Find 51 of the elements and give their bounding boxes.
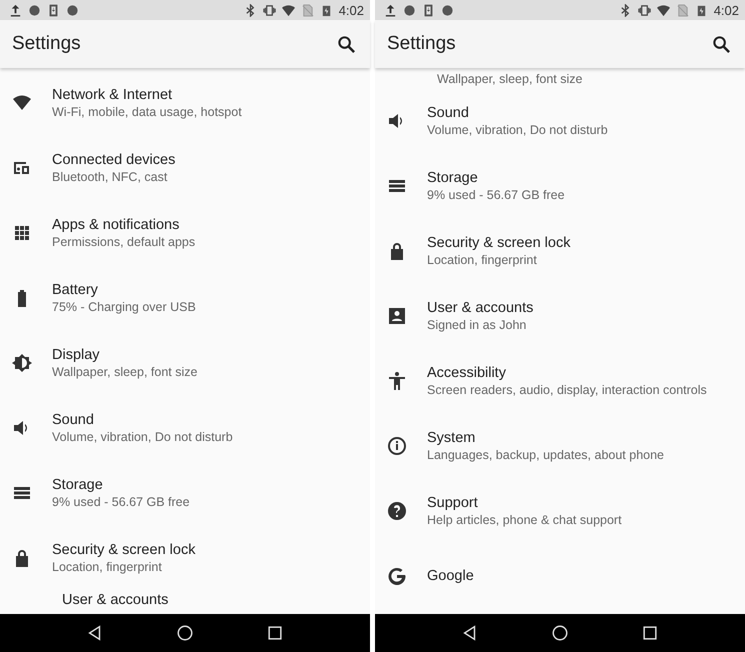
account-icon xyxy=(387,306,407,326)
settings-item[interactable]: Sound Volume, vibration, Do not disturb xyxy=(0,395,370,460)
settings-item[interactable]: System Languages, backup, updates, about phone xyxy=(375,413,745,478)
upload-icon xyxy=(384,4,397,16)
settings-item[interactable]: Battery 75% - Charging over USB xyxy=(0,265,370,330)
settings-item[interactable]: Network & Internet Wi-Fi, mobile, data usage, hotspot xyxy=(0,70,370,135)
settings-item[interactable]: Security & screen lock Location, fingerprint xyxy=(0,525,370,590)
circle-icon xyxy=(28,4,41,16)
wifi-icon xyxy=(656,4,670,16)
settings-item[interactable]: Wallpaper, sleep, font size xyxy=(375,70,745,88)
settings-item[interactable]: Storage 9% used - 56.67 GB free xyxy=(375,153,745,218)
upload-icon xyxy=(9,4,22,16)
clock-time: 4:02 xyxy=(338,2,364,18)
page-title: Settings xyxy=(387,33,456,55)
settings-item[interactable]: Accessibility Screen readers, audio, display, interaction controls xyxy=(375,348,745,413)
recents-icon[interactable] xyxy=(641,624,659,642)
phone-download-icon xyxy=(47,4,60,16)
settings-item[interactable]: Display Wallpaper, sleep, font size xyxy=(0,330,370,395)
settings-item[interactable]: User & accounts Signed in as John xyxy=(375,283,745,348)
recents-icon[interactable] xyxy=(266,624,284,642)
wifi-icon xyxy=(282,4,295,16)
settings-item[interactable]: Sound Volume, vibration, Do not disturb xyxy=(375,88,745,153)
clock-time: 4:02 xyxy=(714,2,739,18)
circle-icon xyxy=(441,4,454,16)
settings-item[interactable]: Security & screen lock Location, fingerprint xyxy=(375,218,745,283)
circle-icon xyxy=(66,4,79,16)
wifi-icon xyxy=(12,92,32,112)
no-sim-icon xyxy=(300,4,314,16)
info-icon xyxy=(387,436,407,456)
search-icon[interactable] xyxy=(712,34,731,54)
page-title: Settings xyxy=(12,33,81,55)
bluetooth-icon xyxy=(244,4,257,16)
settings-item[interactable]: Google xyxy=(375,543,745,608)
brightness-icon xyxy=(12,352,32,372)
bluetooth-icon xyxy=(618,4,632,16)
settings-item[interactable]: Storage 9% used - 56.67 GB free xyxy=(0,460,370,525)
settings-item[interactable]: Apps & notifications Permissions, default apps xyxy=(0,200,370,265)
settings-item[interactable]: User & accounts xyxy=(0,590,370,610)
g-logo-icon xyxy=(387,566,407,586)
vibrate-icon xyxy=(262,4,276,16)
accessibility-icon xyxy=(387,370,407,390)
help-icon xyxy=(387,500,407,520)
phone-download-icon xyxy=(422,4,435,16)
search-icon[interactable] xyxy=(337,34,356,54)
settings-item[interactable]: Support Help articles, phone & chat support xyxy=(375,478,745,543)
home-icon[interactable] xyxy=(176,624,194,642)
home-icon[interactable] xyxy=(551,624,569,642)
settings-item[interactable]: Connected devices Bluetooth, NFC, cast xyxy=(0,135,370,200)
circle-icon xyxy=(403,4,416,16)
vibrate-icon xyxy=(638,4,651,16)
no-sim-icon xyxy=(676,4,689,16)
